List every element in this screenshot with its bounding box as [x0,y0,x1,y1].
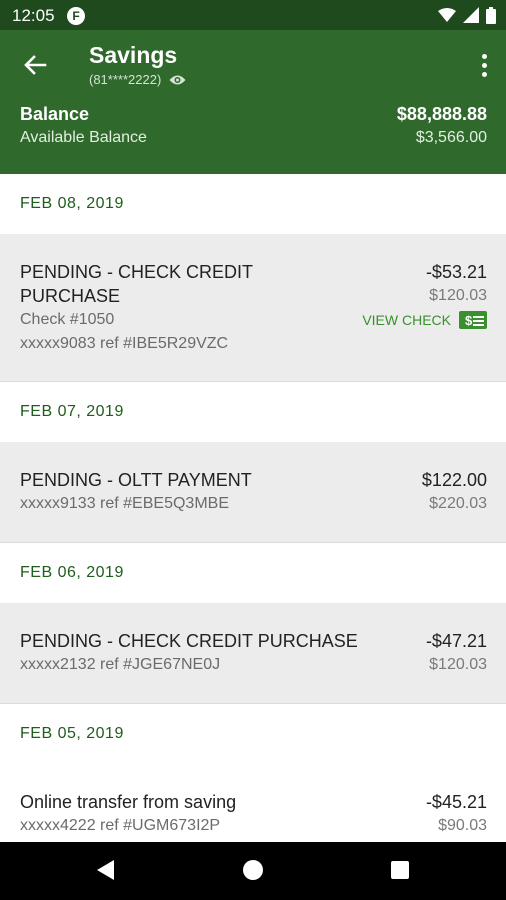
back-button[interactable] [18,48,52,82]
nav-back-icon[interactable] [94,858,116,882]
view-check-button[interactable]: VIEW CHECK $ [362,308,487,332]
transaction-ref: xxxxx2132 ref #JGE67NE0J [20,656,221,673]
account-number: (81****2222) [89,72,162,87]
transaction-row[interactable]: PENDING - OLTT PAYMENT xxxxx9133 ref #EB… [0,442,506,543]
app-notification-icon: F [67,7,85,25]
eye-icon[interactable] [169,74,186,86]
back-arrow-icon [24,55,47,75]
transaction-list[interactable]: FEB 08, 2019 PENDING - CHECK CREDIT PURC… [0,174,506,842]
transaction-ref: xxxxx9083 ref #IBE5R29VZC [20,335,229,352]
page-title: Savings [89,42,178,68]
status-time: 12:05 [12,6,55,25]
more-vert-icon [478,54,490,77]
transaction-ref: xxxxx4222 ref #UGM673I2P [20,817,221,834]
status-icons [438,6,496,24]
transaction-row[interactable]: PENDING - CHECK CREDIT PURCHASE xxxxx213… [0,603,506,704]
running-balance: $90.03 [438,817,487,834]
check-icon: $ [459,311,487,329]
check-number: Check #1050 [20,311,115,328]
nav-recents-icon[interactable] [389,858,411,882]
balance-value: $88,888.88 [396,104,487,124]
date-header: FEB 08, 2019 [0,174,506,234]
transaction-amount: $122.00 [421,470,487,490]
transaction-amount: -$45.21 [425,792,487,812]
transaction-description: Online transfer from saving [20,792,237,812]
transaction-row[interactable]: Online transfer from saving xxxxx4222 re… [0,764,506,842]
running-balance: $220.03 [429,495,487,512]
transaction-description: PENDING - OLTT PAYMENT [20,470,252,490]
transaction-ref: xxxxx9133 ref #EBE5Q3MBE [20,495,229,512]
date-header: FEB 07, 2019 [0,382,506,442]
available-balance-value: $3,566.00 [415,129,487,146]
svg-text:$: $ [465,313,473,328]
transaction-description: PENDING - CHECK CREDIT [20,262,254,282]
running-balance: $120.03 [429,656,487,673]
date-header: FEB 06, 2019 [0,543,506,603]
balance-label: Balance [20,104,90,124]
nav-home-icon[interactable] [242,858,264,882]
status-bar: 12:05 F [0,0,506,30]
battery-icon [486,6,496,24]
running-balance: $120.03 [429,287,487,304]
transaction-row[interactable]: PENDING - CHECK CREDIT PURCHASE Check #1… [0,234,506,382]
view-check-label: VIEW CHECK [362,312,451,328]
transaction-amount: -$53.21 [425,262,487,282]
transaction-description-cont: PURCHASE [20,286,121,306]
more-options-button[interactable] [478,52,490,78]
wifi-icon [438,7,456,22]
transaction-amount: -$47.21 [425,631,487,651]
account-number-row: (81****2222) [89,72,186,87]
date-header: FEB 05, 2019 [0,704,506,764]
signal-icon [463,7,479,23]
account-header: Savings (81****2222) Balance $88,888.88 … [0,30,506,174]
system-nav-bar [0,842,506,900]
transaction-description: PENDING - CHECK CREDIT PURCHASE [20,631,358,651]
available-balance-label: Available Balance [20,129,147,146]
